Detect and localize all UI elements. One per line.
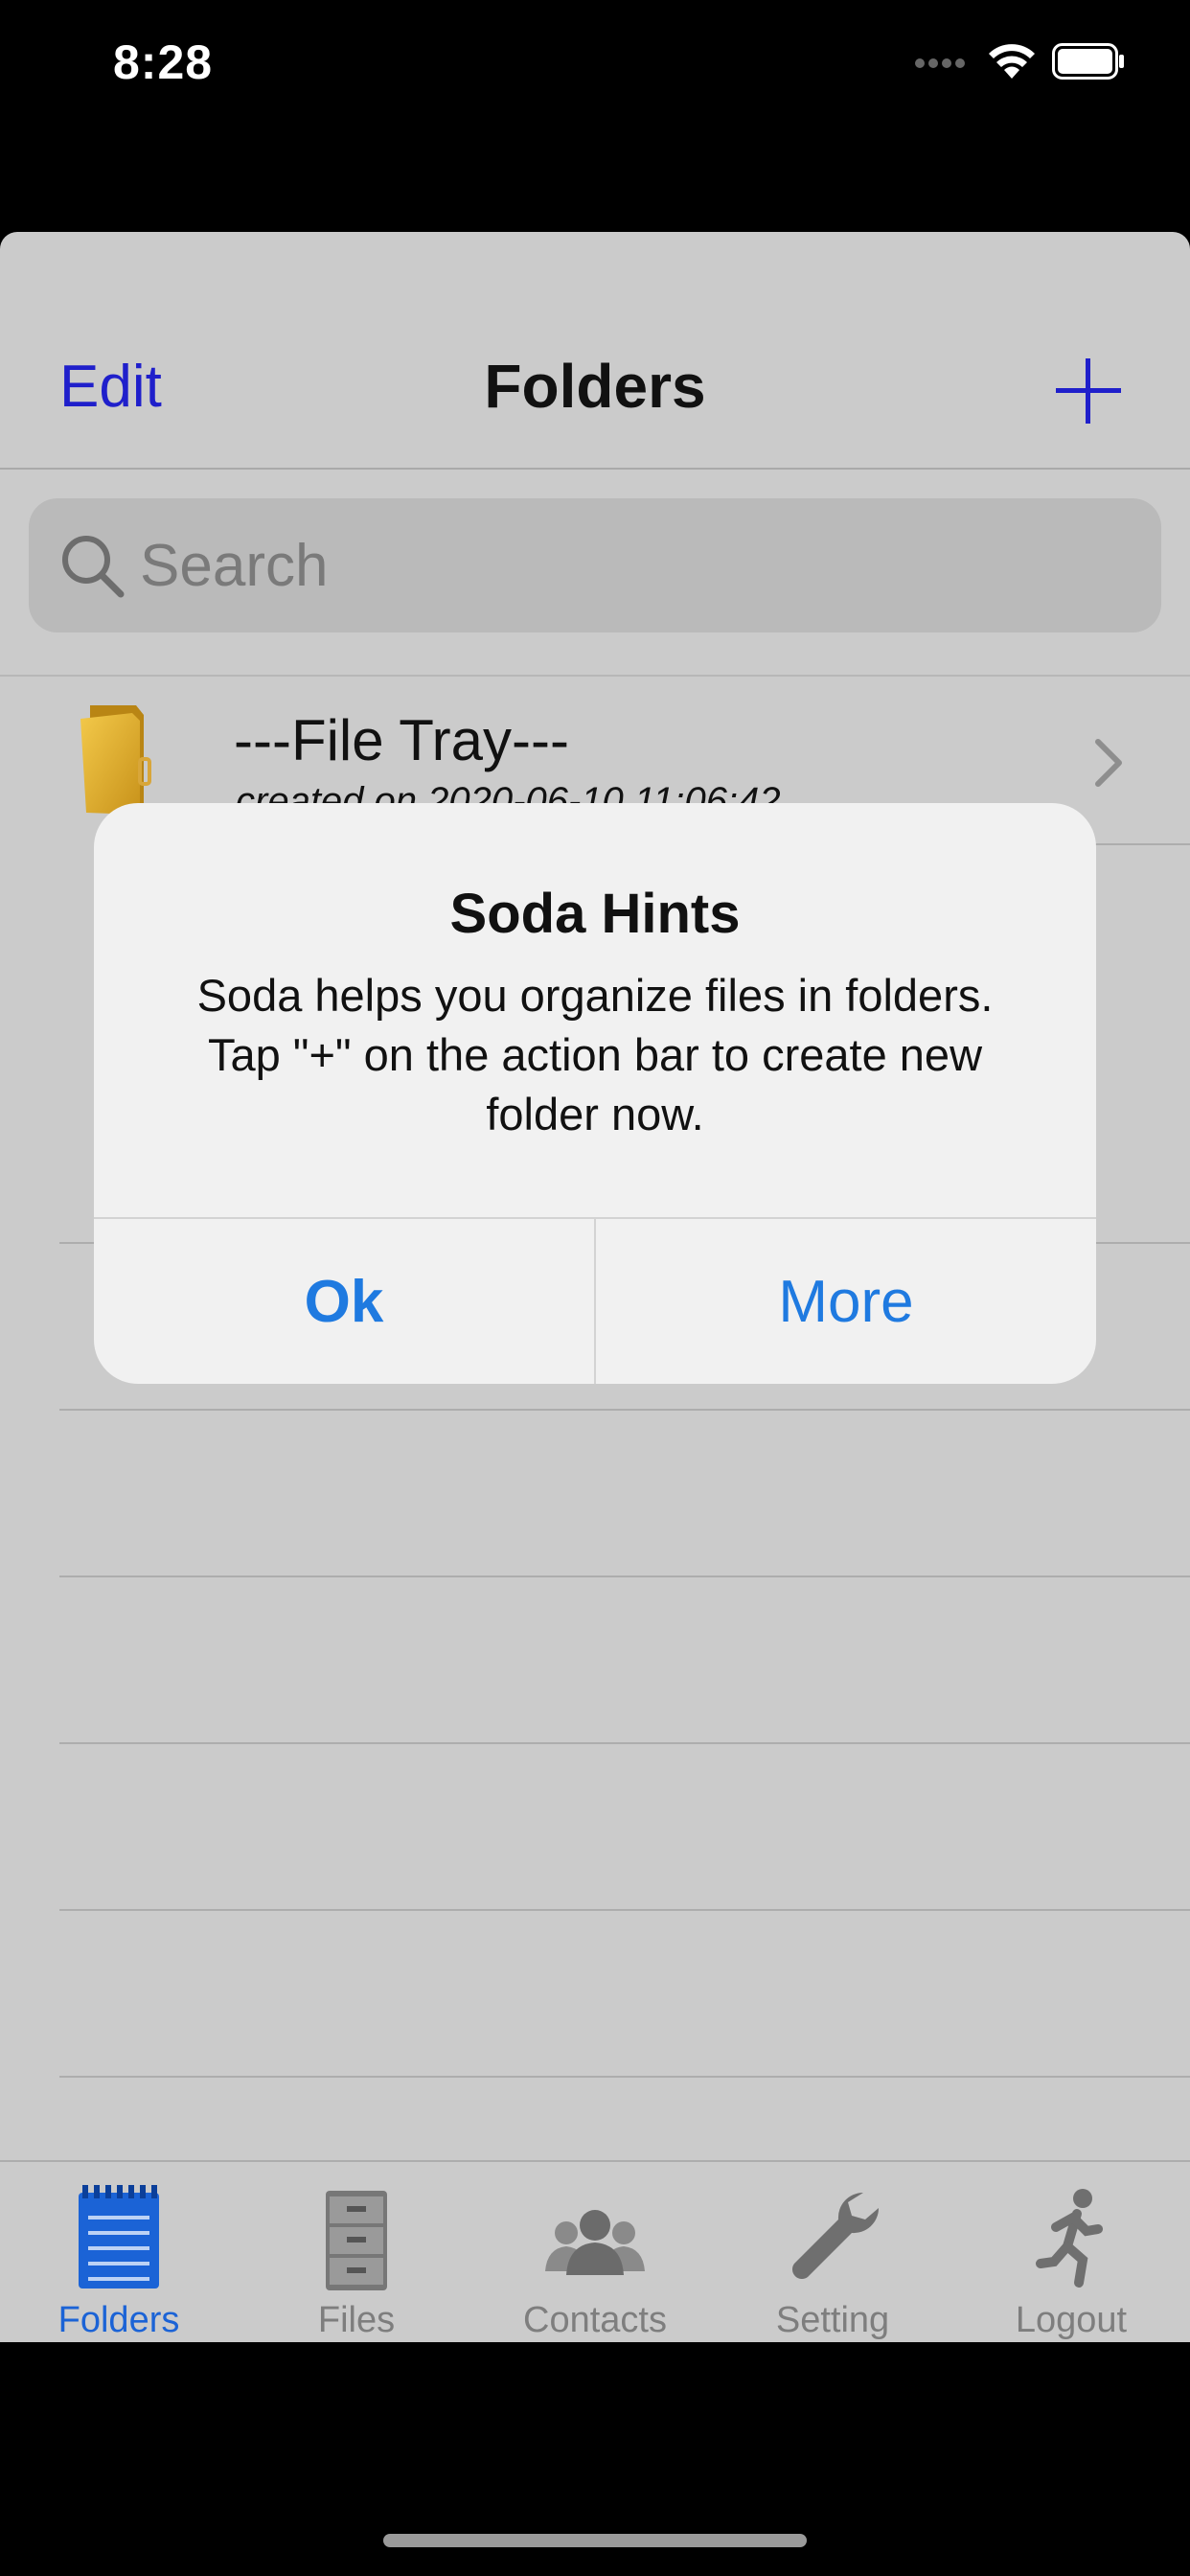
alert-overlay: Soda Hints Soda helps you organize files… [0,0,1190,2576]
more-button[interactable]: More [596,1219,1096,1384]
home-indicator[interactable] [383,2534,807,2547]
ok-button[interactable]: Ok [94,1219,594,1384]
alert-title: Soda Hints [449,883,741,945]
alert-message: Soda helps you organize files in folders… [196,970,994,1139]
soda-hints-alert: Soda Hints Soda helps you organize files… [94,803,1096,1384]
